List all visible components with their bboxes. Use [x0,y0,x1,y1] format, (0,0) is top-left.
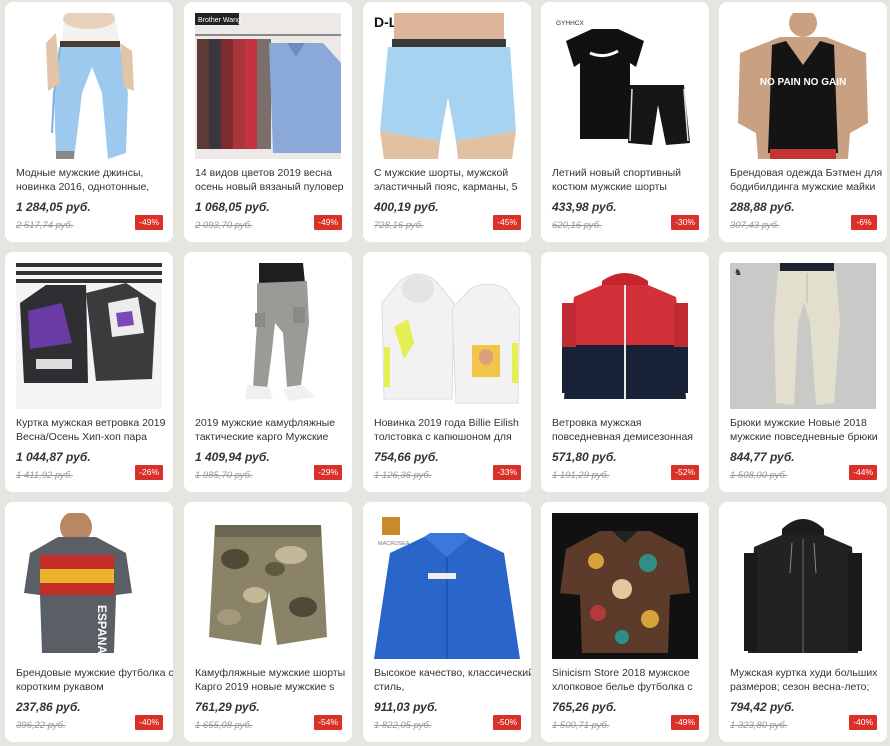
product-old-price: 1 323,80 руб. [730,720,788,731]
discount-badge: -29% [314,465,342,480]
product-old-price: 307,43 руб. [730,220,780,231]
jeans-icon [16,13,162,159]
product-old-price: 728,16 руб. [374,220,424,231]
product-title[interactable]: С мужские шорты, мужской эластичный пояс… [374,167,531,195]
product-old-price: 1 500,71 руб. [552,720,610,731]
product-old-price: 2 093,70 руб. [195,220,253,231]
product-card[interactable]: Куртка мужская ветровка 2019 Весна/Осень… [5,252,173,492]
product-old-price: 620,16 руб. [552,220,602,231]
product-grid: Модные мужские джинсы, новинка 2016, одн… [0,0,890,746]
product-title[interactable]: Брендовая одежда Бэтмен для бодибилдинга… [730,167,887,195]
discount-badge: -49% [314,215,342,230]
shorts-icon: D-LVS [374,13,520,159]
product-price: 237,86 руб. [16,700,81,714]
product-title[interactable]: Летний новый спортивный костюм мужские ш… [552,167,709,195]
product-card[interactable]: D-LVS С мужские шорты, мужской эластичны… [363,2,531,242]
product-old-price: 1 822,05 руб. [374,720,432,731]
product-card[interactable]: Ветровка мужская повседневная демисезонн… [541,252,709,492]
discount-badge: -40% [849,715,877,730]
product-price: 1 409,94 руб. [195,450,270,464]
product-title[interactable]: Куртка мужская ветровка 2019 Весна/Осень… [16,417,173,445]
product-card[interactable]: ESPANA Брендовые мужские футболка с коро… [5,502,173,742]
tshirt-icon: ESPANA [16,513,162,659]
product-old-price: 396,22 руб. [16,720,66,731]
camo-shorts-icon [195,513,341,659]
jacket-icon [16,263,162,409]
product-price: 571,80 руб. [552,450,617,464]
product-price: 1 068,05 руб. [195,200,270,214]
discount-badge: -6% [851,215,877,230]
discount-badge: -50% [493,715,521,730]
cargo-pants-icon [195,263,341,409]
product-title[interactable]: 14 видов цветов 2019 весна осень новый в… [195,167,352,195]
brand-label: GYHHCX [556,20,584,27]
sweater-icon: Brother Wang [195,13,341,159]
product-title[interactable]: Ветровка мужская повседневная демисезонн… [552,417,709,445]
print-shirt-icon [552,513,698,659]
product-card[interactable]: Новинка 2019 года Billie Eilish толстовк… [363,252,531,492]
product-price: 911,03 руб. [374,700,438,714]
product-price: 1 044,87 руб. [16,450,91,464]
product-title[interactable]: Камуфляжные мужские шорты Карго 2019 нов… [195,667,352,695]
product-price: 288,88 руб. [730,200,795,214]
print-text: ESPANA [95,605,109,654]
discount-badge: -26% [135,465,163,480]
product-title[interactable]: Брендовые мужские футболка с коротким ру… [16,667,173,695]
shirt-icon: MACROSEA [374,513,520,659]
product-price: 844,77 руб. [730,450,795,464]
discount-badge: -33% [493,465,521,480]
discount-badge: -52% [671,465,699,480]
product-card[interactable]: Sinicism Store 2018 мужское хлопковое бе… [541,502,709,742]
print-text: NO PAIN NO GAIN [760,77,846,88]
tank-top-icon: NO PAIN NO GAIN [730,13,876,159]
product-card[interactable]: NO PAIN NO GAIN Брендовая одежда Бэтмен … [719,2,887,242]
product-old-price: 1 411,92 руб. [16,470,73,481]
product-price: 765,26 руб. [552,700,617,714]
chinos-icon: ♞ [730,263,876,409]
svg-text:♞: ♞ [734,267,742,277]
product-card[interactable]: 2019 мужские камуфляжные тактические кар… [184,252,352,492]
product-title[interactable]: Модные мужские джинсы, новинка 2016, одн… [16,167,173,195]
product-card[interactable]: GYHHCX Летний новый спортивный костюм му… [541,2,709,242]
discount-badge: -30% [671,215,699,230]
product-card[interactable]: Камуфляжные мужские шорты Карго 2019 нов… [184,502,352,742]
product-price: 400,19 руб. [374,200,439,214]
discount-badge: -49% [671,715,699,730]
windbreaker-icon [552,263,698,409]
product-old-price: 2 517,74 руб. [16,220,74,231]
product-price: 761,29 руб. [195,700,260,714]
product-title[interactable]: 2019 мужские камуфляжные тактические кар… [195,417,352,445]
discount-badge: -49% [135,215,163,230]
product-old-price: 1 508,00 руб. [730,470,788,481]
brand-label: Brother Wang [198,17,241,24]
product-price: 754,66 руб. [374,450,439,464]
discount-badge: -40% [135,715,163,730]
product-card[interactable]: ♞ Брюки мужские Новые 2018 мужские повсе… [719,252,887,492]
product-title[interactable]: Sinicism Store 2018 мужское хлопковое бе… [552,667,709,695]
discount-badge: -54% [314,715,342,730]
product-price: 794,42 руб. [730,700,795,714]
product-old-price: 1 191,29 руб. [552,470,610,481]
product-old-price: 1 985,70 руб. [195,470,253,481]
product-title[interactable]: Мужская куртка худи больших размеров; се… [730,667,887,695]
product-title[interactable]: Высокое качество, классический стиль, [374,667,531,695]
product-price: 1 284,05 руб. [16,200,91,214]
product-old-price: 1 655,08 руб. [195,720,253,731]
product-old-price: 1 126,36 руб. [374,470,432,481]
product-title[interactable]: Брюки мужские Новые 2018 мужские повседн… [730,417,887,445]
zip-hoodie-icon [730,513,876,659]
discount-badge: -45% [493,215,521,230]
product-title[interactable]: Новинка 2019 года Billie Eilish толстовк… [374,417,531,445]
discount-badge: -44% [849,465,877,480]
product-card[interactable]: Модные мужские джинсы, новинка 2016, одн… [5,2,173,242]
product-card[interactable]: Brother Wang 14 видов цветов 2019 весна … [184,2,352,242]
product-card[interactable]: Мужская куртка худи больших размеров; се… [719,502,887,742]
hoodie-icon [374,263,520,409]
tracksuit-icon: GYHHCX [552,13,698,159]
product-price: 433,98 руб. [552,200,617,214]
product-card[interactable]: MACROSEA Высокое качество, классический … [363,502,531,742]
